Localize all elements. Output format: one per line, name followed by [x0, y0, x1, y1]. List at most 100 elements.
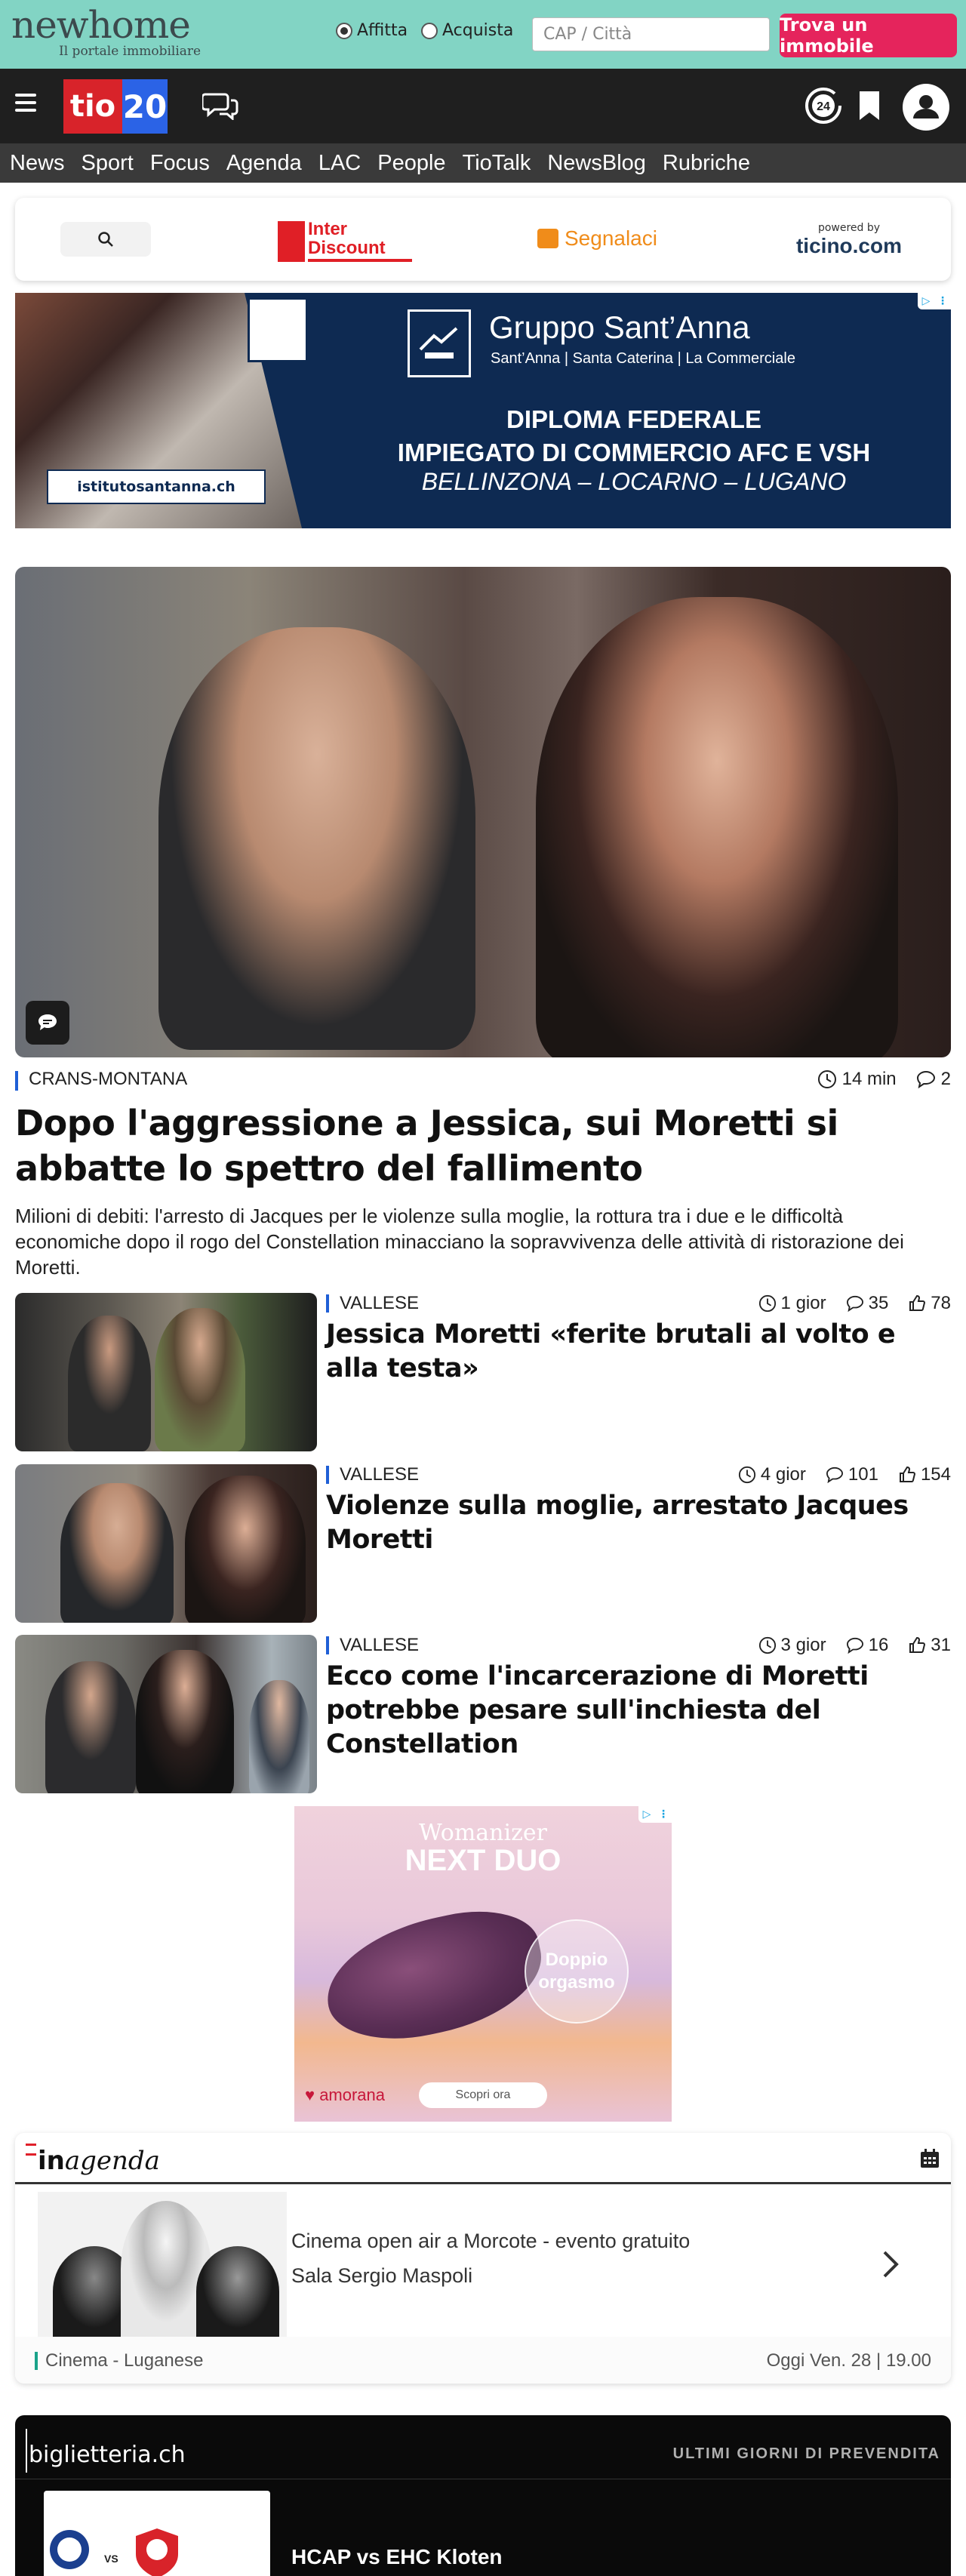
related-meta: 4 gior 101 154 [738, 1464, 951, 1485]
ad-product-image [315, 1897, 553, 2054]
clock-icon [817, 1070, 836, 1088]
user-avatar-icon[interactable] [901, 82, 951, 135]
related-meta: 3 gior 16 31 [758, 1635, 951, 1656]
related-image[interactable] [15, 1293, 317, 1451]
hero-comments: 2 [940, 1069, 951, 1089]
radio-unchecked-icon[interactable] [421, 22, 438, 39]
find-property-button[interactable]: Trova un immobile [780, 14, 957, 57]
thumbs-up-icon [899, 1466, 915, 1482]
event-date: Oggi Ven. 28 | 19.00 [766, 2350, 931, 2371]
event-footer: Cinema - Luganese Oggi Ven. 28 | 19.00 [15, 2337, 951, 2384]
ad-square-shop: ♥ amorana [305, 2085, 386, 2104]
nav-item-focus[interactable]: Focus [150, 151, 210, 176]
nav-item-agenda[interactable]: Agenda [226, 151, 302, 176]
comment-icon[interactable] [26, 1001, 69, 1045]
event-category[interactable]: Cinema - Luganese [45, 2350, 203, 2371]
related-meta: 1 gior 35 78 [758, 1293, 951, 1314]
ad-url[interactable]: istitutosantanna.ch [47, 469, 266, 504]
adchoices-icon[interactable]: ▷ [638, 1806, 655, 1823]
report-label: Segnalaci [565, 226, 657, 250]
related-image[interactable] [15, 1464, 317, 1623]
ad-square-cta[interactable]: Scopri ora [419, 2082, 547, 2108]
hero-title[interactable]: Dopo l'aggressione a Jessica, sui Morett… [15, 1100, 951, 1191]
inagenda-logo[interactable]: inagenda [26, 2144, 160, 2176]
nav-item-sport[interactable]: Sport [82, 151, 134, 176]
related-kicker[interactable]: VALLESE [340, 1293, 419, 1314]
clock-icon [758, 1294, 776, 1313]
ticino-logo: ticino.com [795, 234, 902, 257]
match-title[interactable]: HCAP vs EHC Kloten [291, 2545, 503, 2569]
hero-kicker[interactable]: CRANS-MONTANA [29, 1069, 187, 1090]
newhome-bar: newhome Il portale immobiliare Affitta A… [0, 0, 966, 69]
ad-headline: DIPLOMA FEDERALE IMPIEGATO DI COMMERCIO … [317, 403, 951, 469]
biglietteria-logo[interactable]: biglietteria.ch [26, 2429, 186, 2473]
search-button[interactable] [60, 222, 151, 257]
related-likes: 31 [931, 1635, 951, 1655]
chat-bubbles-icon[interactable] [201, 90, 238, 123]
megaphone-icon [537, 229, 558, 248]
related-title[interactable]: Jessica Moretti «ferite brutali al volto… [326, 1318, 951, 1386]
related-title[interactable]: Ecco come l'incarcerazione di Moretti po… [326, 1660, 951, 1762]
search-icon [98, 232, 113, 247]
related-comments: 35 [868, 1293, 889, 1313]
radio-checked-icon[interactable] [336, 22, 352, 39]
ad-square[interactable]: Womanizer NEXT DUO Doppio orgasmo ♥ amor… [294, 1806, 672, 2122]
biglietteria-logo-text: biglietteria.ch [29, 2442, 186, 2468]
news-24-icon[interactable]: 24 [803, 85, 844, 129]
hero-photo-man [158, 627, 475, 1050]
ad-choices[interactable]: ▷ ⋮ [638, 1806, 672, 1823]
hero-image[interactable] [15, 567, 951, 1057]
utility-bar: Inter Discount Segnalaci powered by ticin… [15, 198, 951, 281]
radio-acquista[interactable]: Acquista [421, 21, 513, 40]
nav-item-people[interactable]: People [377, 151, 445, 176]
event-venue: Sala Sergio Maspoli [291, 2264, 473, 2287]
bookmark-icon[interactable] [857, 90, 882, 125]
powered-by[interactable]: powered by ticino.com [774, 222, 924, 258]
nav-item-lac[interactable]: LAC [318, 151, 361, 176]
related-time: 4 gior [760, 1464, 806, 1485]
match-image[interactable]: VS [44, 2491, 270, 2576]
sponsor-name-line2: Discount [308, 238, 386, 258]
comment-count-icon [846, 1637, 863, 1654]
sponsor-logo-mark [278, 221, 305, 262]
event-image[interactable] [38, 2192, 287, 2337]
ad-choices[interactable]: ▷ ⋮ [918, 293, 951, 309]
radio-affitta[interactable]: Affitta [336, 21, 408, 40]
adchoices-icon[interactable]: ▷ [918, 293, 934, 309]
ad-banner[interactable]: istitutosantanna.ch Gruppo Sant’Anna San… [15, 293, 951, 528]
comment-count-icon [916, 1070, 935, 1088]
ad-close-icon[interactable]: ⋮ [655, 1806, 672, 1823]
kicker-bar [326, 1466, 329, 1484]
chevron-right-icon[interactable] [881, 2249, 900, 2282]
report-link[interactable]: Segnalaci [537, 226, 657, 251]
nav-item-rubriche[interactable]: Rubriche [663, 151, 750, 176]
kicker-bar [326, 1294, 329, 1313]
related-title[interactable]: Violenze sulla moglie, arrestato Jacques… [326, 1489, 951, 1557]
inagenda-logo-in: in [38, 2146, 65, 2176]
ad-close-icon[interactable]: ⋮ [934, 293, 951, 309]
related-likes: 78 [931, 1293, 951, 1313]
ad-locations: BELLINZONA – LOCARNO – LUGANO [421, 468, 847, 495]
related-kicker[interactable]: VALLESE [340, 1635, 419, 1656]
inagenda-logo-word: agenda [64, 2146, 160, 2176]
menu-icon[interactable] [15, 94, 36, 115]
thumbs-up-icon [909, 1294, 926, 1311]
calendar-icon[interactable] [919, 2148, 940, 2169]
event-title[interactable]: Cinema open air a Morcote - evento gratu… [291, 2230, 690, 2253]
agenda-widget: inagenda Cinema open air a Morcote - eve… [15, 2133, 951, 2384]
location-input[interactable]: CAP / Città [532, 17, 770, 51]
related-kicker[interactable]: VALLESE [340, 1464, 419, 1485]
tio-logo[interactable]: tio 20 [63, 79, 168, 134]
ad-square-brand: Womanizer [418, 1820, 547, 1846]
newhome-logo[interactable]: newhome [11, 3, 191, 47]
nav-item-tiotalk[interactable]: TioTalk [463, 151, 531, 176]
nav-item-newsblog[interactable]: NewsBlog [547, 151, 646, 176]
site-header: tio 20 24 [0, 69, 966, 143]
thumbs-up-icon [909, 1636, 926, 1653]
ad-headline-2: IMPIEGATO DI COMMERCIO AFC E VSH [397, 439, 871, 466]
tio-logo-number: 20 [122, 79, 168, 134]
sponsor-logo[interactable]: Inter Discount [278, 217, 412, 263]
related-image[interactable] [15, 1635, 317, 1793]
nav-item-news[interactable]: News [10, 151, 65, 176]
ad-brand: Gruppo Sant’Anna [489, 309, 750, 345]
